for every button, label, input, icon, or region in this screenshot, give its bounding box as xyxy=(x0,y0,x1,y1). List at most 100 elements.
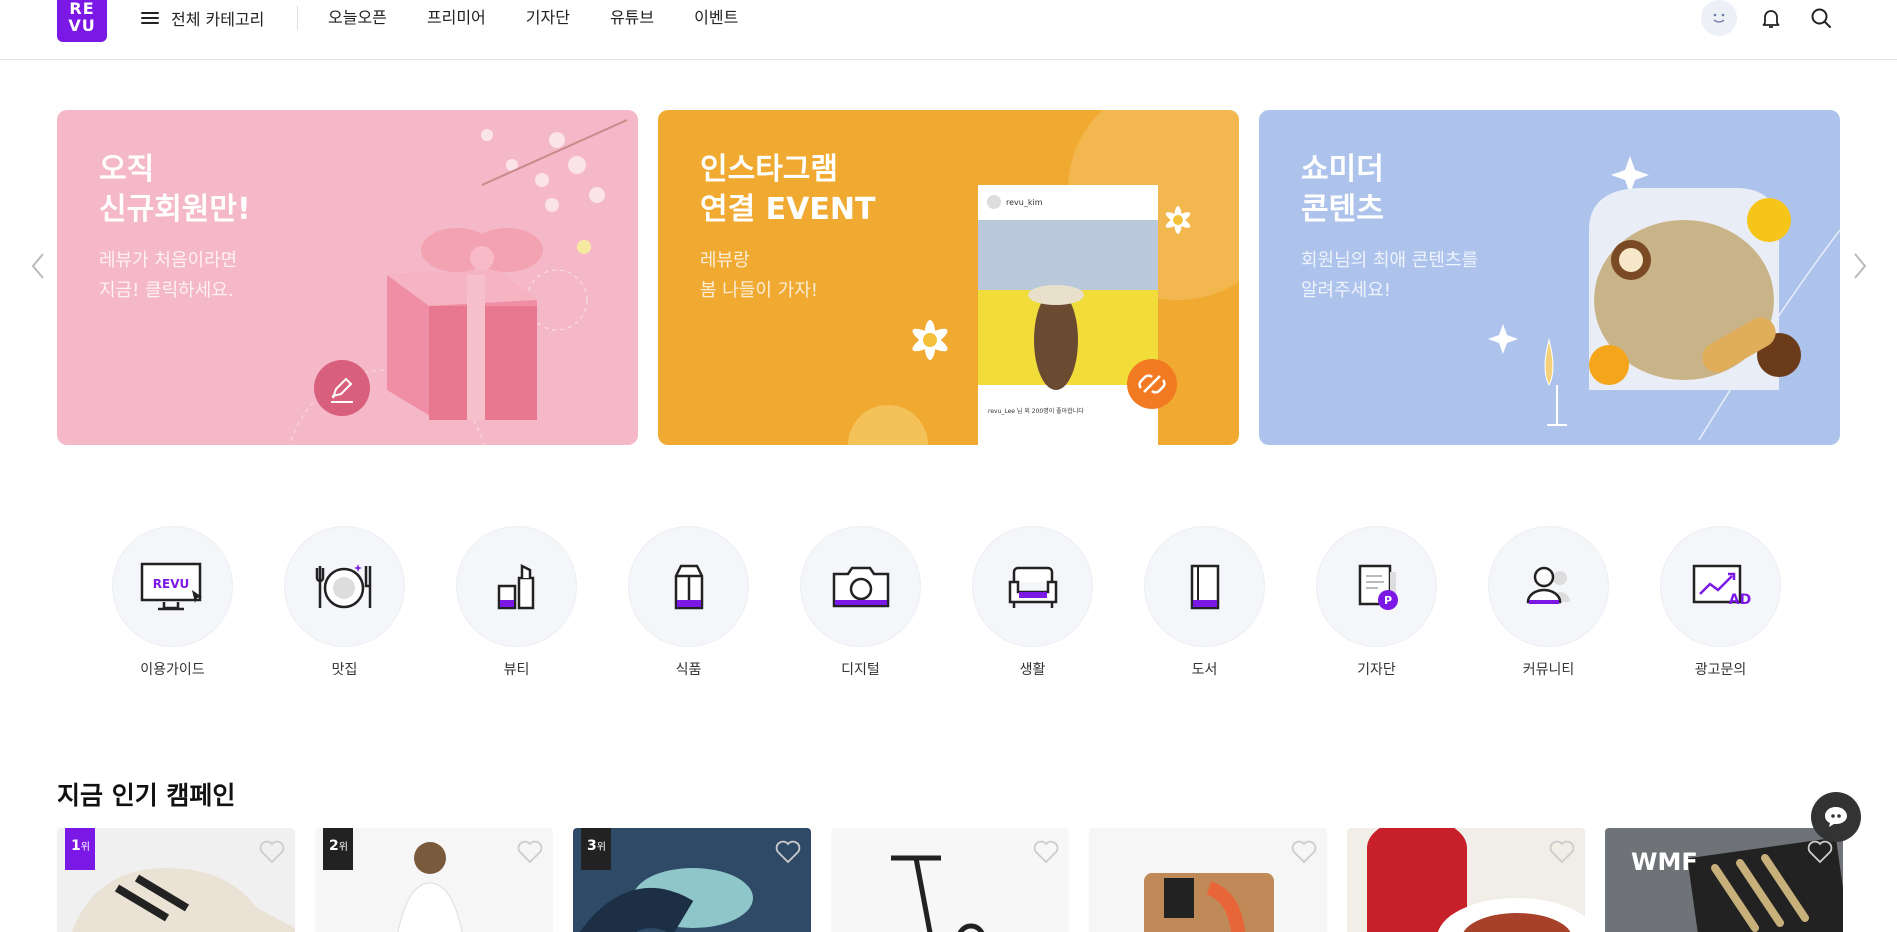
category-circle xyxy=(1144,526,1265,647)
category-label: 커뮤니티 xyxy=(1522,662,1575,678)
sofa-icon xyxy=(1008,566,1057,608)
menu-icon xyxy=(141,11,159,25)
category-guide[interactable]: REVU 이용가이드 xyxy=(112,526,233,679)
campaign-card[interactable]: 2위 xyxy=(315,828,553,932)
banner-new-member[interactable]: 오직 신규회원만! 레뷰가 처음이라면 지금! 클릭하세요. xyxy=(57,110,638,445)
nav-reporters[interactable]: 기자단 xyxy=(526,6,570,30)
category-circle xyxy=(628,526,749,647)
svg-text:REVU: REVU xyxy=(152,577,188,591)
campaign-carousel: 1위 2위 3위 WMF xyxy=(57,828,1843,932)
nav-today-open[interactable]: 오늘오픈 xyxy=(328,6,387,30)
heart-icon[interactable] xyxy=(1549,840,1575,864)
category-label: 이용가이드 xyxy=(140,662,205,678)
category-label: 도서 xyxy=(1191,662,1218,678)
category-list: REVU 이용가이드 맛집 뷰티 식품 디지털 생활 도서 P 기자단 커뮤니티… xyxy=(112,526,1781,679)
heart-icon[interactable] xyxy=(1291,840,1317,864)
heart-icon[interactable] xyxy=(517,840,543,864)
book-icon xyxy=(1190,564,1219,609)
people-icon xyxy=(1526,566,1570,604)
category-circle xyxy=(456,526,577,647)
svg-text:AD: AD xyxy=(1728,592,1750,608)
chart-ad-icon: AD xyxy=(1692,564,1751,608)
rank-badge: 3위 xyxy=(581,828,611,870)
category-living[interactable]: 생활 xyxy=(972,526,1093,679)
nav-youtube[interactable]: 유튜브 xyxy=(610,6,654,30)
camera-icon xyxy=(832,566,889,607)
category-restaurant[interactable]: 맛집 xyxy=(284,526,405,679)
brand-mark: WMF xyxy=(1631,848,1698,876)
rank-badge: 2위 xyxy=(323,828,353,870)
insta-caption: revu_Lee 님 외 200명이 좋아합니다 xyxy=(988,407,1084,415)
rank-badge: 1위 xyxy=(65,828,95,870)
nav-event[interactable]: 이벤트 xyxy=(694,6,738,30)
rank-number: 1 xyxy=(71,838,81,854)
search-button[interactable] xyxy=(1805,2,1837,34)
category-reporters[interactable]: P 기자단 xyxy=(1316,526,1437,679)
section-title-popular: 지금 인기 캠페인 xyxy=(57,781,236,810)
rank-number: 2 xyxy=(329,838,339,854)
monitor-revu-icon: REVU xyxy=(140,562,202,610)
category-circle xyxy=(1488,526,1609,647)
rank-suffix: 위 xyxy=(596,842,606,853)
main-nav: 오늘오픈 프리미어 기자단 유튜브 이벤트 xyxy=(328,6,738,30)
chat-button[interactable] xyxy=(1811,792,1861,842)
notification-button[interactable] xyxy=(1755,2,1787,34)
category-community[interactable]: 커뮤니티 xyxy=(1488,526,1609,679)
category-books[interactable]: 도서 xyxy=(1144,526,1265,679)
logo-line-2: VU xyxy=(68,16,96,35)
banner-next-arrow-icon[interactable] xyxy=(1850,250,1870,282)
search-icon xyxy=(1811,8,1831,28)
campaign-card[interactable]: WMF xyxy=(1605,828,1843,932)
category-label: 식품 xyxy=(675,662,702,678)
campaign-card[interactable] xyxy=(831,828,1069,932)
nav-premier[interactable]: 프리미어 xyxy=(427,6,486,30)
site-header: RE VU 전체 카테고리 오늘오픈 프리미어 기자단 유튜브 이벤트 xyxy=(0,0,1897,60)
revu-logo[interactable]: RE VU xyxy=(57,0,107,42)
category-label: 광고문의 xyxy=(1694,662,1747,678)
category-label: 디지털 xyxy=(841,662,880,678)
heart-icon[interactable] xyxy=(1807,840,1833,864)
bell-icon xyxy=(1762,10,1780,28)
category-circle xyxy=(284,526,405,647)
campaign-card[interactable]: 3위 xyxy=(573,828,811,932)
campaign-card[interactable]: 1위 xyxy=(57,828,295,932)
category-beauty[interactable]: 뷰티 xyxy=(456,526,577,679)
category-label: 맛집 xyxy=(331,662,358,678)
banner-prev-arrow-icon[interactable] xyxy=(28,250,48,282)
rank-number: 3 xyxy=(587,838,597,854)
banner-instagram-event[interactable]: 인스타그램 연결 EVENT 레뷰랑 봄 나들이 가자! revu_kim re… xyxy=(658,110,1239,445)
food-illustration xyxy=(1488,156,1840,441)
category-label: 기자단 xyxy=(1357,662,1396,678)
category-label: 생활 xyxy=(1019,662,1046,678)
category-circle xyxy=(972,526,1093,647)
heart-icon[interactable] xyxy=(775,840,801,864)
all-categories-label: 전체 카테고리 xyxy=(171,10,265,29)
header-actions xyxy=(1701,0,1837,36)
gift-illustration xyxy=(289,119,628,445)
campaign-card[interactable] xyxy=(1089,828,1327,932)
category-food[interactable]: 식품 xyxy=(628,526,749,679)
category-label: 뷰티 xyxy=(503,662,530,678)
avatar[interactable] xyxy=(1701,0,1737,36)
plate-icon xyxy=(315,563,371,608)
rank-suffix: 위 xyxy=(80,842,90,853)
face-icon xyxy=(1713,13,1725,23)
chat-bubble-icon xyxy=(1825,807,1847,827)
rank-suffix: 위 xyxy=(338,842,348,853)
heart-icon[interactable] xyxy=(259,840,285,864)
all-categories-button[interactable]: 전체 카테고리 xyxy=(141,6,264,30)
document-p-icon: P xyxy=(1358,564,1398,610)
insta-username: revu_kim xyxy=(1006,198,1043,207)
category-circle: P xyxy=(1316,526,1437,647)
heart-icon[interactable] xyxy=(1033,840,1059,864)
category-circle: AD xyxy=(1660,526,1781,647)
banner-show-me-contents[interactable]: 쇼미더 콘텐츠 회원님의 최애 콘텐츠를 알려주세요! xyxy=(1259,110,1840,445)
category-digital[interactable]: 디지털 xyxy=(800,526,921,679)
milk-carton-icon xyxy=(674,564,703,609)
header-divider xyxy=(297,6,298,30)
category-circle: REVU xyxy=(112,526,233,647)
category-circle xyxy=(800,526,921,647)
instagram-illustration: revu_kim revu_Lee 님 외 200명이 좋아합니다 xyxy=(848,110,1239,445)
category-ad-inquiry[interactable]: AD 광고문의 xyxy=(1660,526,1781,679)
campaign-card[interactable] xyxy=(1347,828,1585,932)
